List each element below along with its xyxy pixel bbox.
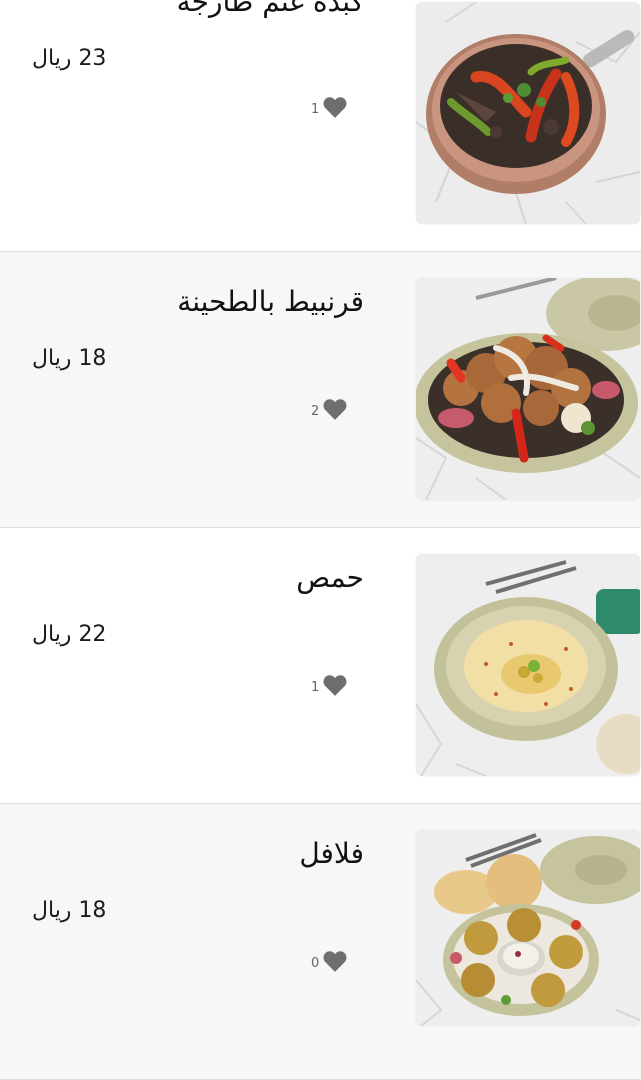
heart-icon (323, 675, 347, 696)
like-button[interactable]: 1 (311, 94, 348, 120)
item-price: 22 ريال (32, 622, 107, 647)
liver-skillet-photo[interactable] (416, 2, 640, 224)
like-button[interactable]: 1 (311, 672, 348, 698)
item-name: كبدة غنم طازجة (176, 0, 364, 18)
like-count: 1 (311, 102, 320, 117)
heart-icon (323, 97, 347, 118)
item-price: 18 ريال (32, 898, 107, 923)
heart-icon (323, 399, 347, 420)
cauliflower-tahini-photo[interactable] (416, 278, 640, 500)
menu-item-hummus[interactable]: حمص 22 ريال 1 (0, 528, 641, 804)
item-name: حمص (296, 561, 364, 594)
like-count: 1 (311, 680, 320, 695)
menu-list: كبدة غنم طازجة 23 ريال 1 قرنبيط بالطحينة… (0, 0, 641, 1080)
item-price: 23 ريال (32, 46, 107, 71)
menu-item-cauliflower[interactable]: قرنبيط بالطحينة 18 ريال 2 (0, 252, 641, 528)
menu-item-falafel[interactable]: فلافل 18 ريال 0 (0, 804, 641, 1080)
item-price: 18 ريال (32, 346, 107, 371)
like-button[interactable]: 2 (311, 396, 348, 422)
hummus-bowl-photo[interactable] (416, 554, 640, 776)
heart-icon (323, 951, 347, 972)
like-button[interactable]: 0 (311, 948, 348, 974)
like-count: 2 (311, 404, 320, 419)
falafel-plate-photo[interactable] (416, 830, 640, 1026)
like-count: 0 (311, 956, 320, 971)
item-name: فلافل (299, 837, 364, 870)
item-name: قرنبيط بالطحينة (177, 285, 364, 318)
menu-item-liver[interactable]: كبدة غنم طازجة 23 ريال 1 (0, 0, 641, 252)
